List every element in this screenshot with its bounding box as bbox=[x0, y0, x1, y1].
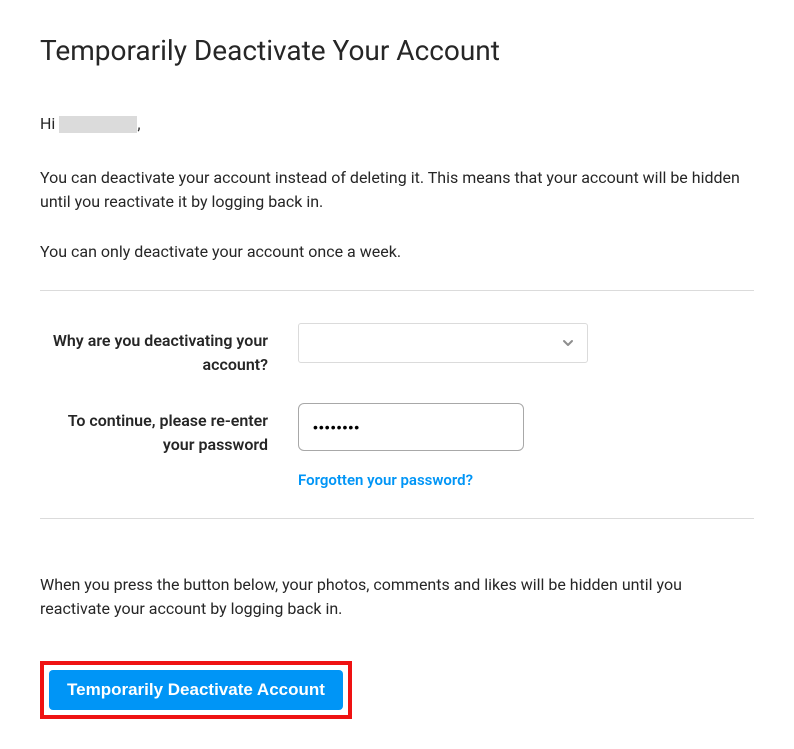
reason-select-value[interactable] bbox=[298, 323, 588, 363]
reason-label: Why are you deactivating your account? bbox=[40, 323, 298, 377]
intro-text: You can deactivate your account instead … bbox=[40, 166, 754, 214]
greeting-line: Hi , bbox=[40, 112, 754, 136]
greeting-suffix: , bbox=[137, 112, 140, 136]
action-highlight-box: Temporarily Deactivate Account bbox=[40, 661, 352, 719]
deactivate-button[interactable]: Temporarily Deactivate Account bbox=[49, 670, 343, 710]
password-input[interactable] bbox=[298, 403, 524, 451]
username-redacted bbox=[59, 116, 137, 133]
limit-text: You can only deactivate your account onc… bbox=[40, 240, 754, 264]
password-row: To continue, please re-enter your passwo… bbox=[40, 403, 754, 492]
divider bbox=[40, 290, 754, 291]
divider bbox=[40, 518, 754, 519]
reason-select[interactable] bbox=[298, 323, 588, 363]
password-label: To continue, please re-enter your passwo… bbox=[40, 403, 298, 457]
page-title: Temporarily Deactivate Your Account bbox=[40, 30, 754, 72]
hidden-note: When you press the button below, your ph… bbox=[40, 573, 754, 621]
reason-row: Why are you deactivating your account? bbox=[40, 323, 754, 377]
forgot-password-link[interactable]: Forgotten your password? bbox=[298, 469, 473, 492]
greeting-prefix: Hi bbox=[40, 112, 55, 136]
